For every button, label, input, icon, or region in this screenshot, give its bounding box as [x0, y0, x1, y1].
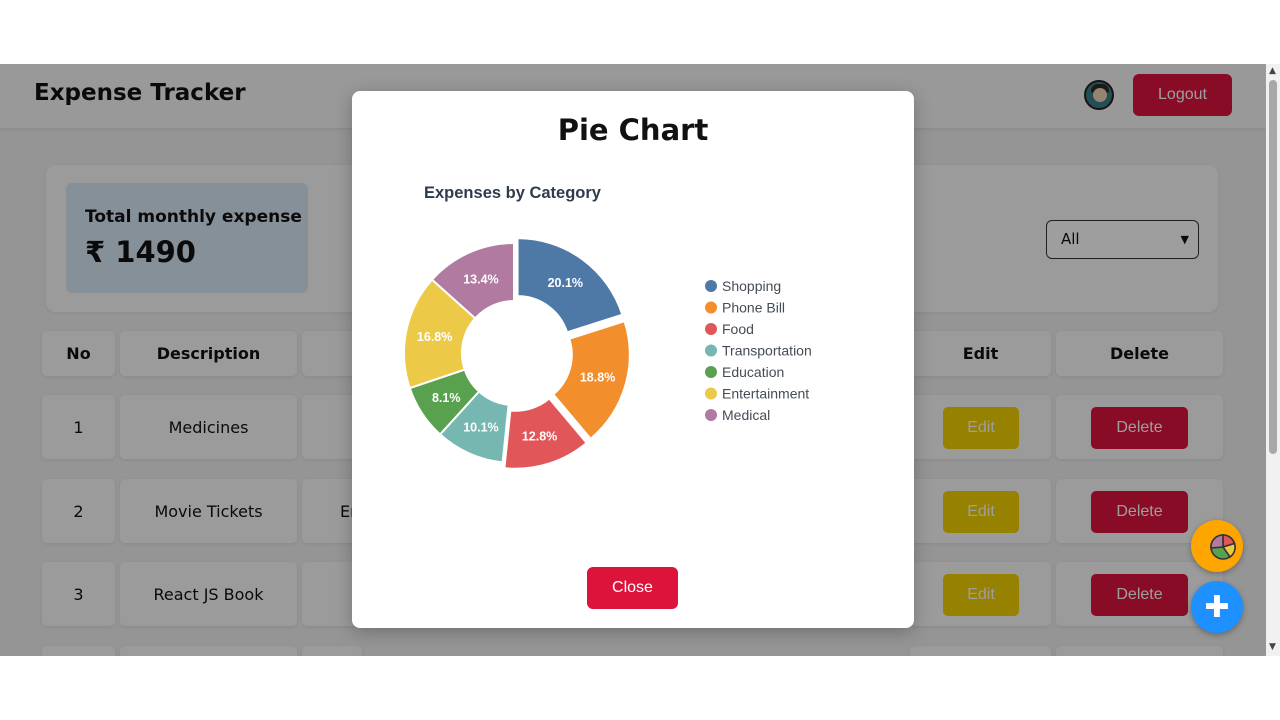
- legend-label[interactable]: Food: [722, 321, 754, 337]
- legend-swatch[interactable]: [705, 280, 717, 292]
- pie-chart-icon: [1210, 534, 1236, 560]
- scroll-down-arrow-icon[interactable]: ▼: [1269, 642, 1276, 652]
- pie-slice-label: 12.8%: [522, 430, 557, 444]
- legend-label[interactable]: Transportation: [722, 343, 812, 359]
- legend-swatch[interactable]: [705, 323, 717, 335]
- pie-slice-label: 8.1%: [432, 391, 461, 405]
- legend-label[interactable]: Phone Bill: [722, 300, 785, 316]
- pie-slice-label: 16.8%: [417, 330, 452, 344]
- chart-title: Expenses by Category: [424, 184, 602, 202]
- pie-slice-label: 10.1%: [463, 420, 498, 434]
- legend-swatch[interactable]: [705, 366, 717, 378]
- close-button[interactable]: Close: [587, 567, 678, 609]
- legend-swatch[interactable]: [705, 301, 717, 314]
- legend-swatch[interactable]: [705, 409, 717, 421]
- expense-pie-chart: Expenses by Category 20.1% 18.8% 12.8% 10.1…: [403, 184, 812, 470]
- pie-chart-modal: Pie Chart Expenses by Category 20.1% 18.8…: [352, 91, 914, 628]
- scroll-up-arrow-icon[interactable]: ▲: [1269, 66, 1276, 76]
- pie-slice-label: 13.4%: [463, 273, 498, 287]
- scroll-thumb[interactable]: [1269, 80, 1277, 454]
- legend-label[interactable]: Education: [722, 364, 784, 380]
- legend-swatch[interactable]: [705, 344, 717, 357]
- page-scrollbar[interactable]: ▲ ▼: [1266, 64, 1280, 656]
- legend-swatch[interactable]: [705, 387, 717, 400]
- legend-label[interactable]: Medical: [722, 407, 770, 423]
- add-expense-fab-button[interactable]: ✚: [1191, 581, 1243, 633]
- legend-label[interactable]: Entertainment: [722, 386, 809, 402]
- pie-slice-label: 20.1%: [548, 276, 583, 290]
- pie-slice-label: 18.8%: [580, 371, 615, 385]
- chart-fab-button[interactable]: [1191, 520, 1243, 572]
- legend-label[interactable]: Shopping: [722, 278, 781, 294]
